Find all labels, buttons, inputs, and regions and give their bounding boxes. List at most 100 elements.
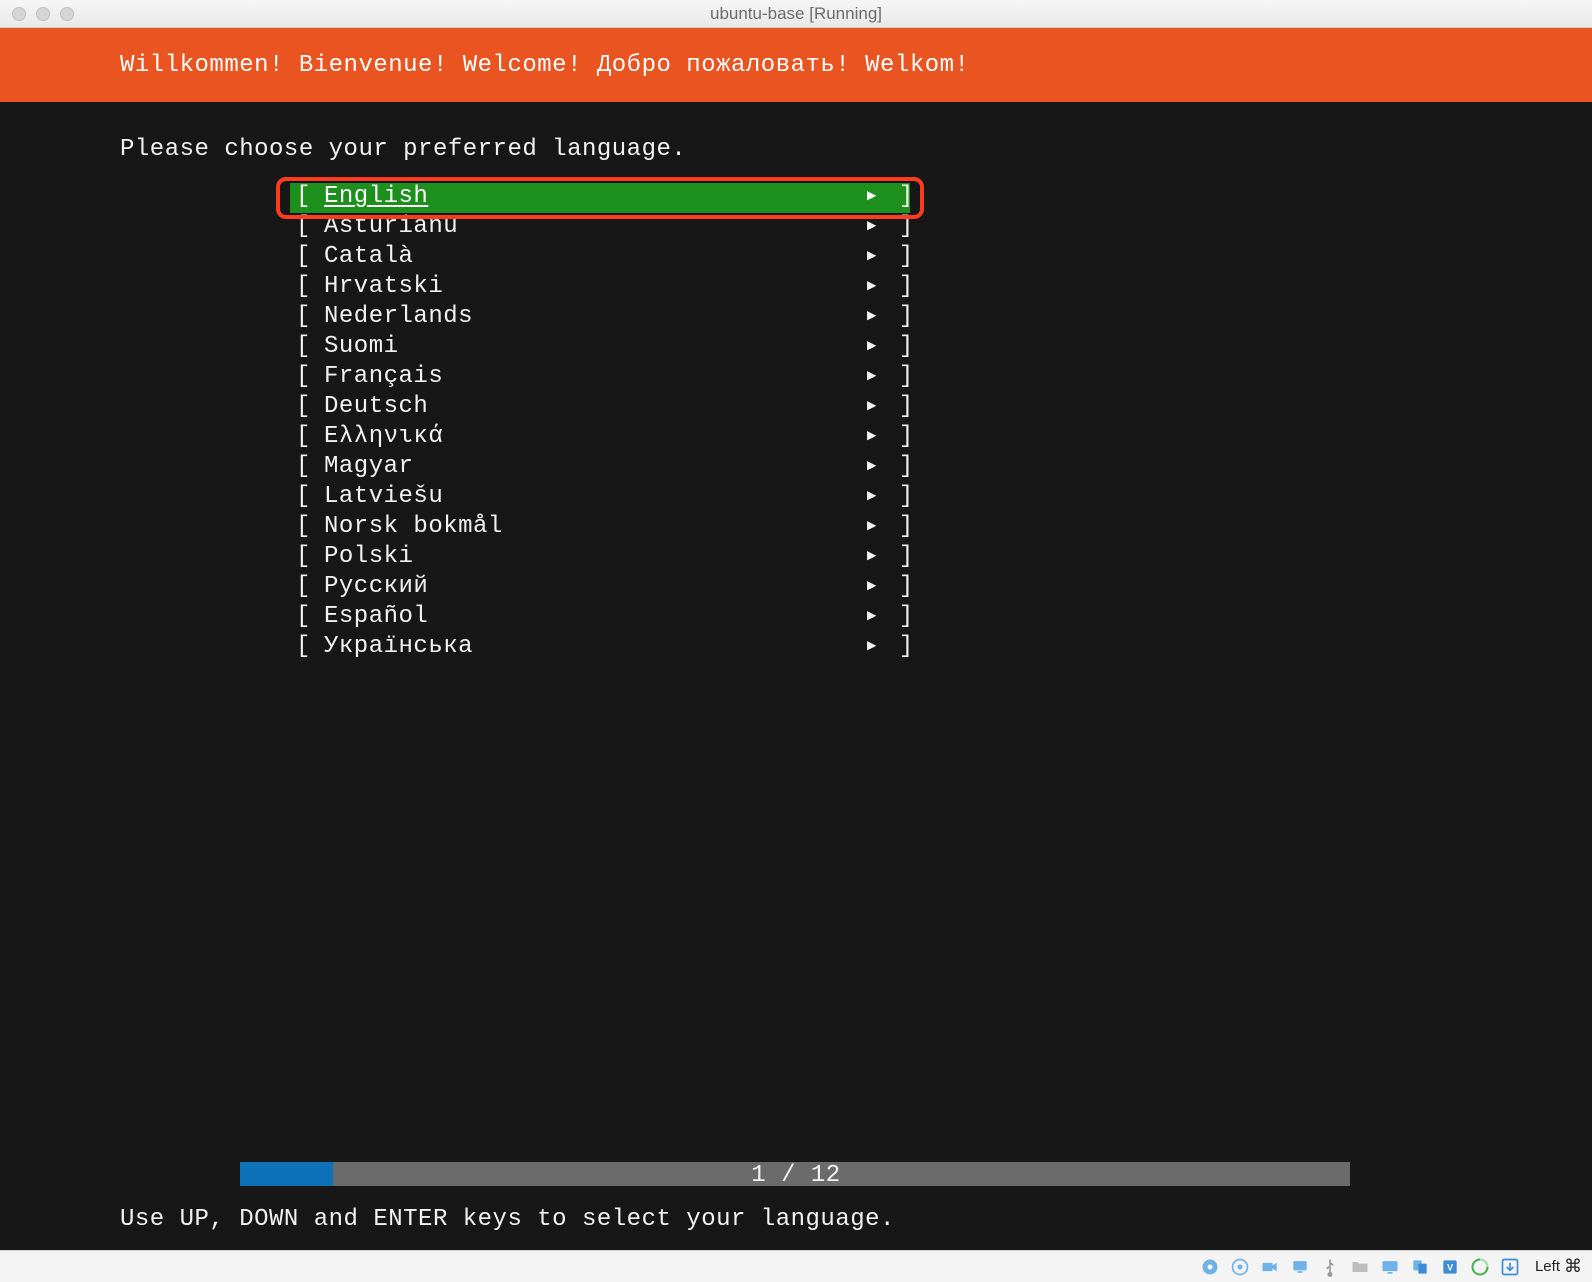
bracket-right: ] xyxy=(884,543,904,571)
bracket-left: [ xyxy=(296,603,324,631)
chevron-right-icon: ▸ xyxy=(860,423,884,451)
chevron-right-icon: ▸ xyxy=(860,483,884,511)
window-titlebar: ubuntu-base [Running] xyxy=(0,0,1592,28)
bracket-right: ] xyxy=(884,183,904,211)
language-option[interactable]: [ Suomi▸ ] xyxy=(290,333,910,363)
keyboard-hint: Use UP, DOWN and ENTER keys to select yo… xyxy=(0,1206,1592,1250)
minimize-window-button[interactable] xyxy=(36,7,50,21)
language-option[interactable]: [ Hrvatski▸ ] xyxy=(290,273,910,303)
bracket-right: ] xyxy=(884,243,904,271)
bracket-left: [ xyxy=(296,303,324,331)
bracket-left: [ xyxy=(296,423,324,451)
bracket-left: [ xyxy=(296,243,324,271)
language-option[interactable]: [ Ελληνικά▸ ] xyxy=(290,423,910,453)
language-label: Español xyxy=(324,603,860,631)
chevron-right-icon: ▸ xyxy=(860,213,884,241)
language-option[interactable]: [ Norsk bokmål▸ ] xyxy=(290,513,910,543)
bracket-right: ] xyxy=(884,513,904,541)
installer-body: Please choose your preferred language. [… xyxy=(0,102,1592,1159)
recording-icon[interactable] xyxy=(1469,1256,1491,1278)
chevron-right-icon: ▸ xyxy=(860,243,884,271)
zoom-window-button[interactable] xyxy=(60,7,74,21)
chevron-right-icon: ▸ xyxy=(860,393,884,421)
language-label: Norsk bokmål xyxy=(324,513,860,541)
bracket-right: ] xyxy=(884,303,904,331)
vm-display[interactable]: Willkommen! Bienvenue! Welcome! Добро по… xyxy=(0,28,1592,1250)
language-label: Ελληνικά xyxy=(324,423,860,451)
language-label: Magyar xyxy=(324,453,860,481)
vrde-icon[interactable]: V xyxy=(1439,1256,1461,1278)
bracket-left: [ xyxy=(296,543,324,571)
harddisk-icon[interactable] xyxy=(1199,1256,1221,1278)
chevron-right-icon: ▸ xyxy=(860,513,884,541)
chevron-right-icon: ▸ xyxy=(860,303,884,331)
bracket-right: ] xyxy=(884,573,904,601)
language-option[interactable]: [ Català▸ ] xyxy=(290,243,910,273)
chevron-right-icon: ▸ xyxy=(860,363,884,391)
shared-folder-icon[interactable] xyxy=(1349,1256,1371,1278)
language-option[interactable]: [ English▸ ] xyxy=(290,183,910,213)
bracket-left: [ xyxy=(296,633,324,661)
command-key-icon: ⌘ xyxy=(1564,1256,1582,1277)
bracket-left: [ xyxy=(296,573,324,601)
language-option[interactable]: [ Asturianu▸ ] xyxy=(290,213,910,243)
language-label: Latviešu xyxy=(324,483,860,511)
bracket-left: [ xyxy=(296,453,324,481)
bracket-right: ] xyxy=(884,363,904,391)
welcome-text: Willkommen! Bienvenue! Welcome! Добро по… xyxy=(120,52,969,79)
bracket-left: [ xyxy=(296,483,324,511)
window-title: ubuntu-base [Running] xyxy=(710,4,882,24)
bracket-right: ] xyxy=(884,213,904,241)
progress-fill xyxy=(240,1162,333,1186)
language-option[interactable]: [ Español▸ ] xyxy=(290,603,910,633)
clipboard-icon[interactable] xyxy=(1409,1256,1431,1278)
window-controls xyxy=(12,7,74,21)
chevron-right-icon: ▸ xyxy=(860,183,884,211)
language-option[interactable]: [ Français▸ ] xyxy=(290,363,910,393)
progress-bar: 1 / 12 xyxy=(0,1160,1592,1188)
language-label: English xyxy=(324,183,860,211)
language-prompt: Please choose your preferred language. xyxy=(120,136,1592,164)
host-key-label: Left xyxy=(1535,1258,1560,1275)
bracket-right: ] xyxy=(884,633,904,661)
svg-text:V: V xyxy=(1447,1262,1454,1272)
language-label: Català xyxy=(324,243,860,271)
close-window-button[interactable] xyxy=(12,7,26,21)
bracket-right: ] xyxy=(884,483,904,511)
language-label: Asturianu xyxy=(324,213,860,241)
language-label: Deutsch xyxy=(324,393,860,421)
chevron-right-icon: ▸ xyxy=(860,603,884,631)
optical-disc-icon[interactable] xyxy=(1229,1256,1251,1278)
display-icon[interactable] xyxy=(1379,1256,1401,1278)
bracket-right: ] xyxy=(884,453,904,481)
language-label: Suomi xyxy=(324,333,860,361)
language-label: Русский xyxy=(324,573,860,601)
bracket-right: ] xyxy=(884,393,904,421)
language-option[interactable]: [ Polski▸ ] xyxy=(290,543,910,573)
vm-statusbar: V Left ⌘ xyxy=(0,1250,1592,1282)
language-label: Hrvatski xyxy=(324,273,860,301)
bracket-right: ] xyxy=(884,603,904,631)
language-option[interactable]: [ Magyar▸ ] xyxy=(290,453,910,483)
language-option[interactable]: [ Latviešu▸ ] xyxy=(290,483,910,513)
chevron-right-icon: ▸ xyxy=(860,333,884,361)
language-list[interactable]: [ English▸ ][ Asturianu▸ ][ Català▸ ][ H… xyxy=(290,183,910,663)
language-option[interactable]: [ Українська▸ ] xyxy=(290,633,910,663)
download-icon[interactable] xyxy=(1499,1256,1521,1278)
language-option[interactable]: [ Русский▸ ] xyxy=(290,573,910,603)
language-option[interactable]: [ Nederlands▸ ] xyxy=(290,303,910,333)
network-icon[interactable] xyxy=(1289,1256,1311,1278)
bracket-right: ] xyxy=(884,333,904,361)
language-option[interactable]: [ Deutsch▸ ] xyxy=(290,393,910,423)
chevron-right-icon: ▸ xyxy=(860,273,884,301)
bracket-left: [ xyxy=(296,213,324,241)
usb-icon[interactable] xyxy=(1319,1256,1341,1278)
video-capture-icon[interactable] xyxy=(1259,1256,1281,1278)
bracket-left: [ xyxy=(296,273,324,301)
chevron-right-icon: ▸ xyxy=(860,543,884,571)
bracket-left: [ xyxy=(296,363,324,391)
chevron-right-icon: ▸ xyxy=(860,573,884,601)
bracket-left: [ xyxy=(296,183,324,211)
language-label: Polski xyxy=(324,543,860,571)
bracket-left: [ xyxy=(296,393,324,421)
